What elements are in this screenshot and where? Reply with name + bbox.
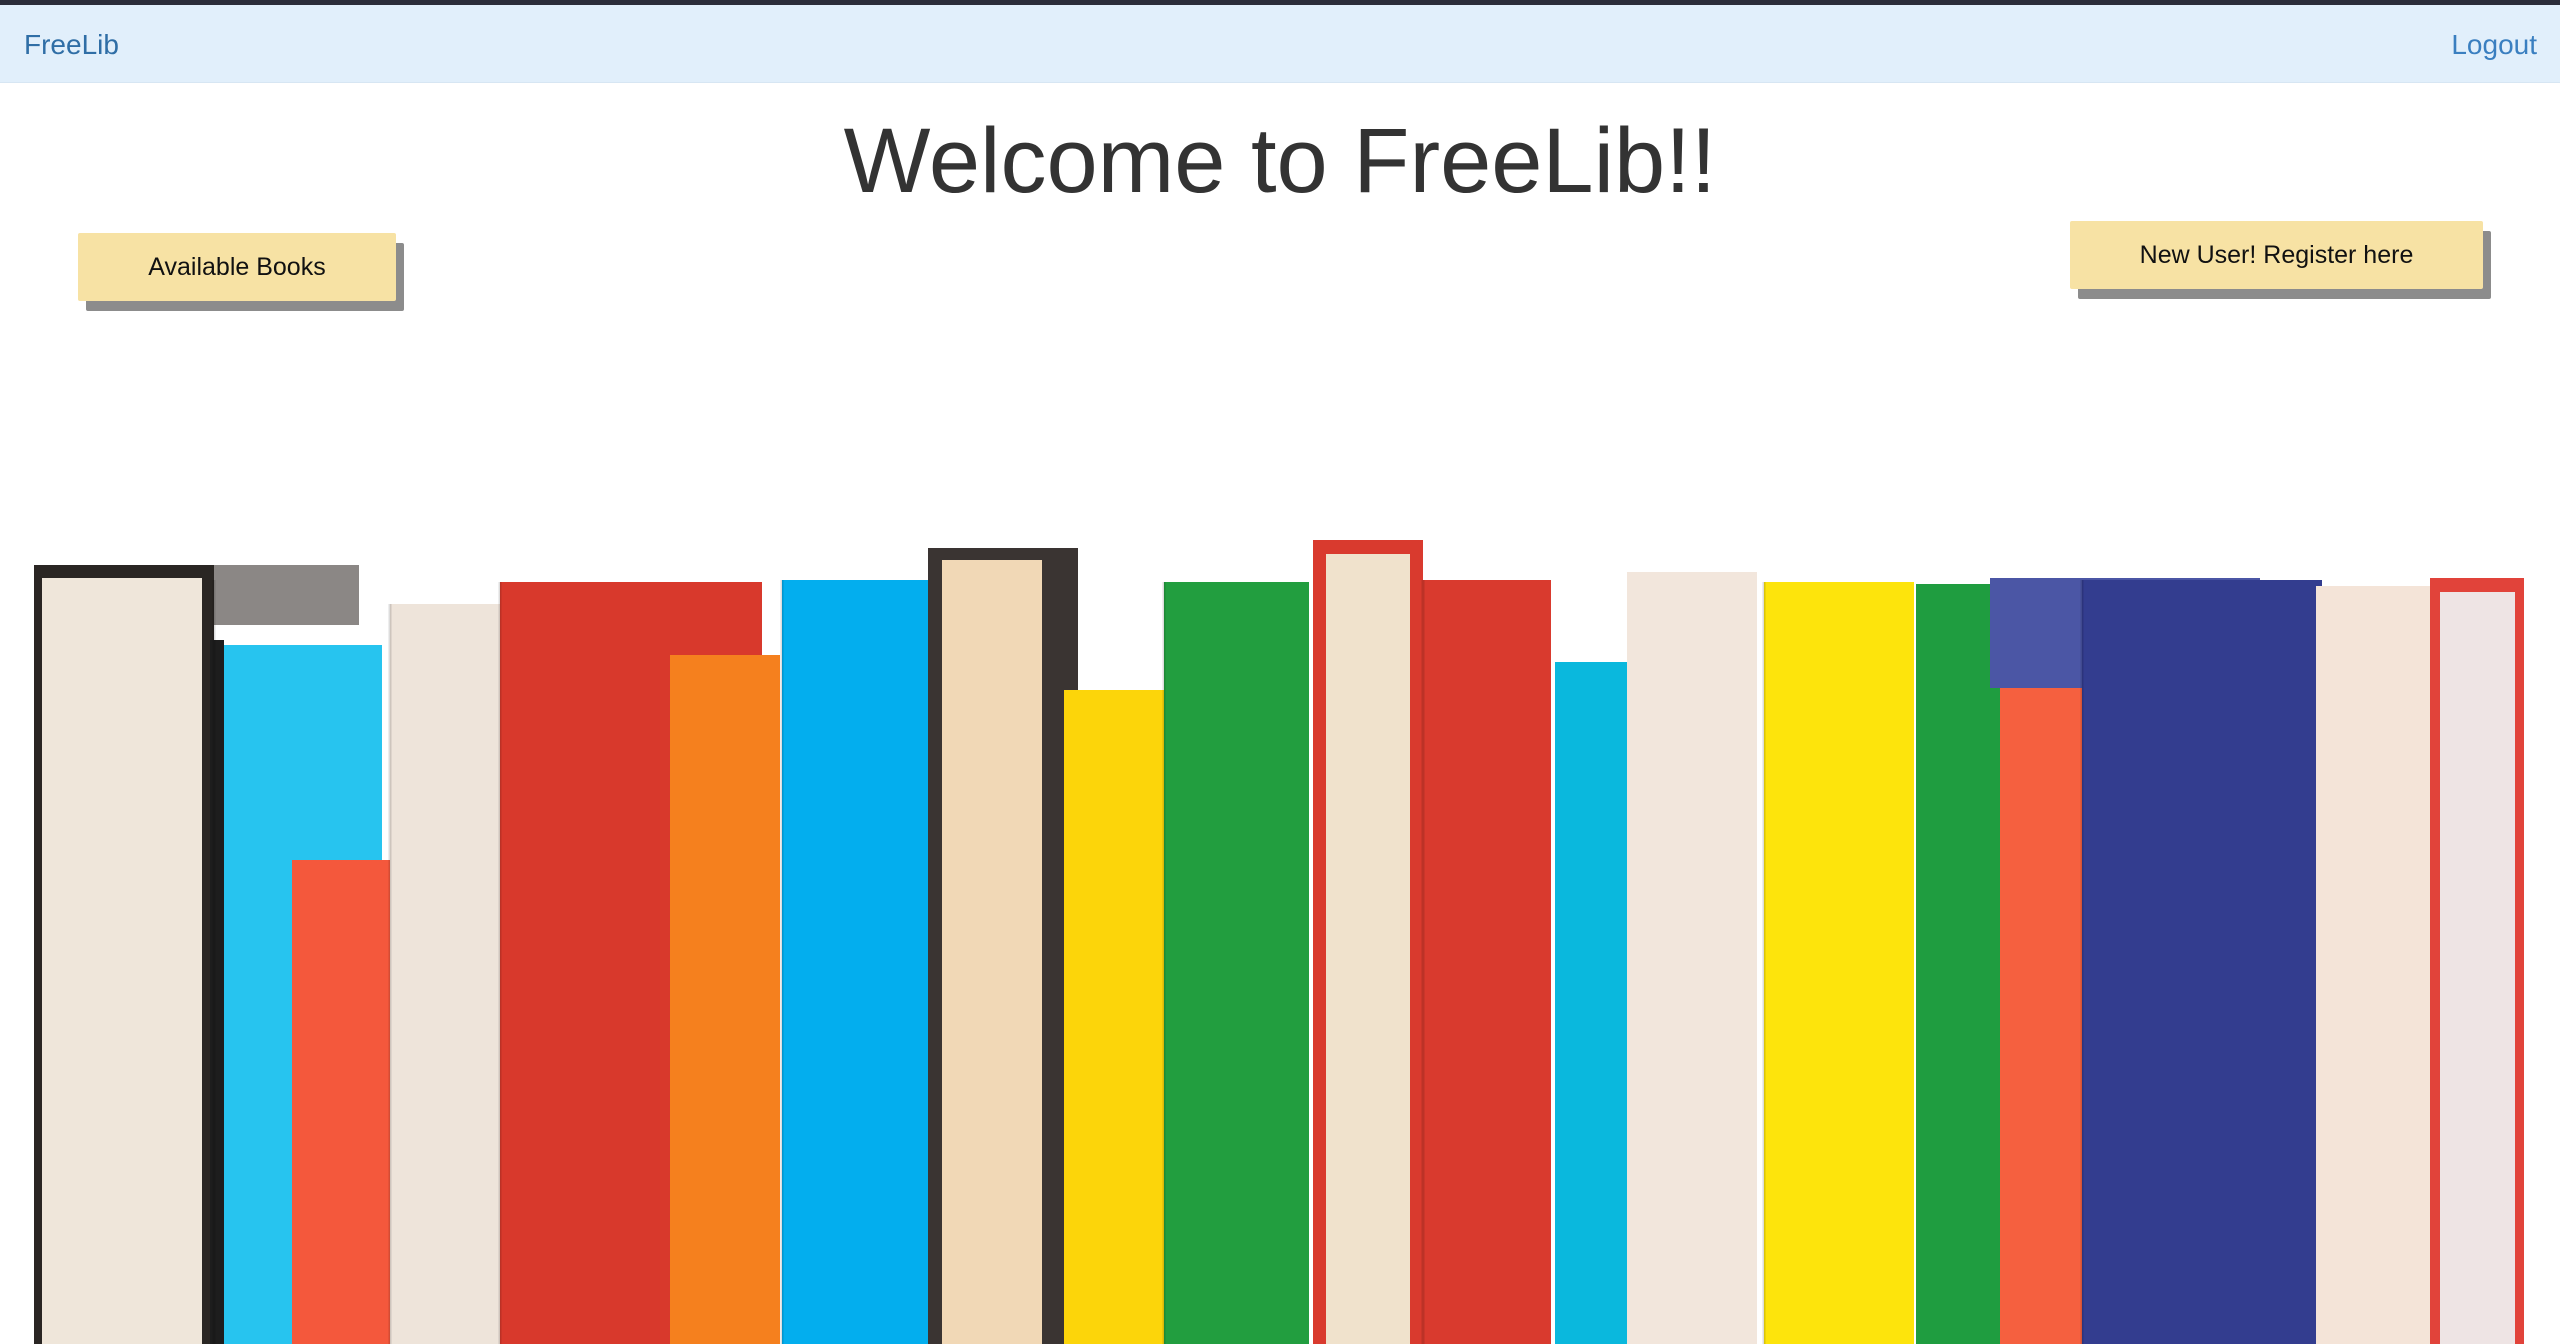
register-button[interactable]: New User! Register here	[2070, 221, 2483, 289]
books-banner-image	[30, 520, 2530, 1344]
brand-link[interactable]: FreeLib	[24, 29, 119, 61]
page-title: Welcome to FreeLib!!	[843, 110, 1717, 212]
navbar: FreeLib Logout	[0, 5, 2560, 83]
available-books-button[interactable]: Available Books	[78, 233, 396, 301]
logout-link[interactable]: Logout	[2451, 29, 2537, 61]
books-image	[30, 540, 2530, 1344]
